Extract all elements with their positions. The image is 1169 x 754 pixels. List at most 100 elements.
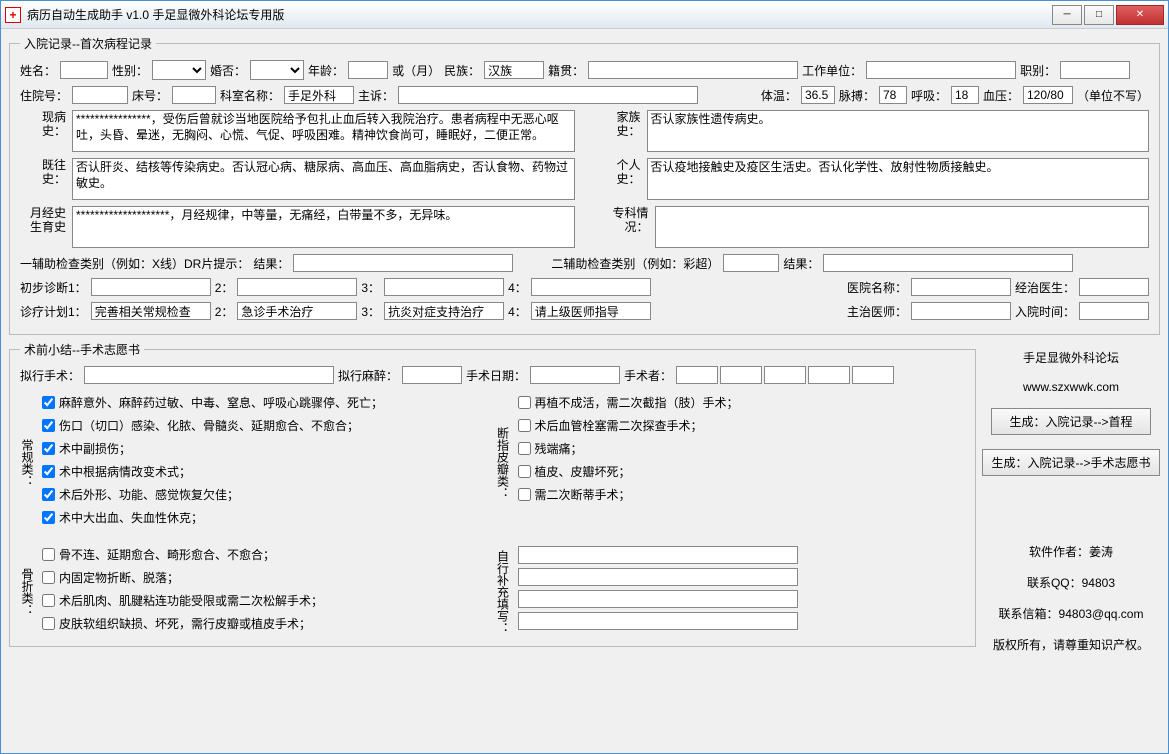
work-label: 工作单位：	[802, 62, 862, 79]
admit-time-input[interactable]	[1079, 302, 1149, 320]
main-window: + 病历自动生成助手 v1.0 手足显微外科论坛专用版 ─ □ ✕ 入院记录--…	[0, 0, 1169, 754]
forum-name: 手足显微外科论坛	[1023, 349, 1119, 366]
hosp-no-input[interactable]	[72, 86, 128, 104]
menstrual-textarea[interactable]: ********************，月经规律，中等量，无痛经，白带量不多，…	[72, 206, 575, 248]
age-input[interactable]	[348, 61, 388, 79]
custom3-input[interactable]	[518, 590, 798, 608]
bone-category-label: 骨折类：	[20, 546, 36, 638]
bed-label: 床号：	[132, 87, 168, 104]
custom1-input[interactable]	[518, 546, 798, 564]
routine-check-1[interactable]: 麻醉意外、麻醉药过敏、中毒、窒息、呼吸心跳骤停、死亡；	[42, 394, 490, 411]
routine-check-3[interactable]: 术中副损伤；	[42, 440, 490, 457]
replant-check-1[interactable]: 再植不成活，需二次截指（肢）手术；	[518, 394, 966, 411]
work-input[interactable]	[866, 61, 1016, 79]
temp-input[interactable]	[801, 86, 835, 104]
close-button[interactable]: ✕	[1116, 5, 1164, 25]
pulse-label: 脉搏：	[839, 87, 875, 104]
admission-legend: 入院记录--首次病程记录	[20, 35, 156, 52]
plan1-input[interactable]	[91, 302, 211, 320]
diag1-input[interactable]	[91, 278, 211, 296]
personal-textarea[interactable]: 否认疫地接触史及疫区生活史。否认化学性、放射性物质接触史。	[647, 158, 1150, 200]
aux1-result-input[interactable]	[293, 254, 513, 272]
diag4-label: 4：	[508, 279, 527, 296]
surgeon2-input[interactable]	[720, 366, 762, 384]
job-input[interactable]	[1060, 61, 1130, 79]
replant-check-5[interactable]: 需二次断蒂手术；	[518, 486, 966, 503]
surgeon5-input[interactable]	[852, 366, 894, 384]
bp-input[interactable]	[1023, 86, 1073, 104]
past-textarea[interactable]: 否认肝炎、结核等传染病史。否认冠心病、糖尿病、高血压、高血脂病史，否认食物、药物…	[72, 158, 575, 200]
native-input[interactable]	[588, 61, 798, 79]
bed-input[interactable]	[172, 86, 216, 104]
replant-check-4[interactable]: 植皮、皮瓣坏死；	[518, 463, 966, 480]
sex-select[interactable]	[152, 60, 206, 80]
doctor-input[interactable]	[1079, 278, 1149, 296]
bone-check-1[interactable]: 骨不连、延期愈合、畸形愈合、不愈合；	[42, 546, 490, 563]
job-label: 职别：	[1020, 62, 1056, 79]
marry-select[interactable]	[250, 60, 304, 80]
nation-label: 民族：	[444, 62, 480, 79]
surgeon-label: 手术者：	[624, 367, 672, 384]
proposed-surgery-input[interactable]	[84, 366, 334, 384]
custom2-input[interactable]	[518, 568, 798, 586]
special-label: 专科情况：	[595, 206, 649, 235]
hosp-name-label: 医院名称：	[847, 279, 907, 296]
plan2-input[interactable]	[237, 302, 357, 320]
custom4-input[interactable]	[518, 612, 798, 630]
forum-url: www.szxwwk.com	[1023, 380, 1119, 394]
pulse-input[interactable]	[879, 86, 907, 104]
maximize-button[interactable]: □	[1084, 5, 1114, 25]
diag4-input[interactable]	[531, 278, 651, 296]
anesthesia-input[interactable]	[402, 366, 462, 384]
chief-input[interactable]	[398, 86, 698, 104]
native-label: 籍贯：	[548, 62, 584, 79]
admit-time-label: 入院时间：	[1015, 303, 1075, 320]
diag2-input[interactable]	[237, 278, 357, 296]
proposed-surgery-label: 拟行手术：	[20, 367, 80, 384]
personal-label: 个人史：	[595, 158, 641, 187]
aux2-type-input[interactable]	[723, 254, 779, 272]
routine-check-2[interactable]: 伤口（切口）感染、化脓、骨髓炎、延期愈合、不愈合；	[42, 417, 490, 434]
name-label: 姓名：	[20, 62, 56, 79]
bone-check-3[interactable]: 术后肌肉、肌腱粘连功能受限或需二次松解手术；	[42, 592, 490, 609]
minimize-button[interactable]: ─	[1052, 5, 1082, 25]
age-label: 年龄：	[308, 62, 344, 79]
breath-input[interactable]	[951, 86, 979, 104]
anesthesia-label: 拟行麻醉：	[338, 367, 398, 384]
generate-admission-button[interactable]: 生成：入院记录-->首程	[991, 408, 1151, 435]
present-textarea[interactable]: ****************，受伤后曾就诊当地医院给予包扎止血后转入我院治疗…	[72, 110, 575, 152]
family-textarea[interactable]: 否认家族性遗传病史。	[647, 110, 1150, 152]
surgeon3-input[interactable]	[764, 366, 806, 384]
aux2-result-input[interactable]	[823, 254, 1073, 272]
breath-label: 呼吸：	[911, 87, 947, 104]
plan3-input[interactable]	[384, 302, 504, 320]
present-label: 现病史：	[20, 110, 66, 139]
routine-check-4[interactable]: 术中根据病情改变术式；	[42, 463, 490, 480]
bone-check-2[interactable]: 内固定物折断、脱落；	[42, 569, 490, 586]
hosp-name-input[interactable]	[911, 278, 1011, 296]
routine-check-6[interactable]: 术中大出血、失血性休克；	[42, 509, 490, 526]
diag3-input[interactable]	[384, 278, 504, 296]
aux2-label: 二辅助检查类别（例如：彩超）	[551, 255, 719, 272]
name-input[interactable]	[60, 61, 108, 79]
bone-check-4[interactable]: 皮肤软组织缺损、坏死，需行皮瓣或植皮手术；	[42, 615, 490, 632]
routine-category-label: 常规类：	[20, 394, 36, 532]
surgeon4-input[interactable]	[808, 366, 850, 384]
surgery-fieldset: 术前小结--手术志愿书 拟行手术： 拟行麻醉： 手术日期： 手术者：	[9, 341, 976, 647]
surgery-date-input[interactable]	[530, 366, 620, 384]
generate-consent-button[interactable]: 生成：入院记录-->手术志愿书	[982, 449, 1159, 476]
special-textarea[interactable]	[655, 206, 1150, 248]
attending-input[interactable]	[911, 302, 1011, 320]
surgery-date-label: 手术日期：	[466, 367, 526, 384]
plan1-label: 诊疗计划1：	[20, 303, 87, 320]
dept-input[interactable]	[284, 86, 354, 104]
surgeon1-input[interactable]	[676, 366, 718, 384]
nation-input[interactable]	[484, 61, 544, 79]
replant-check-2[interactable]: 术后血管栓塞需二次探查手术；	[518, 417, 966, 434]
plan4-input[interactable]	[531, 302, 651, 320]
replant-check-3[interactable]: 残端痛；	[518, 440, 966, 457]
marry-label: 婚否：	[210, 62, 246, 79]
aux1-label: 一辅助检查类别（例如：X线）DR片提示：	[20, 255, 249, 272]
routine-check-5[interactable]: 术后外形、功能、感觉恢复欠佳；	[42, 486, 490, 503]
plan4-label: 4：	[508, 303, 527, 320]
